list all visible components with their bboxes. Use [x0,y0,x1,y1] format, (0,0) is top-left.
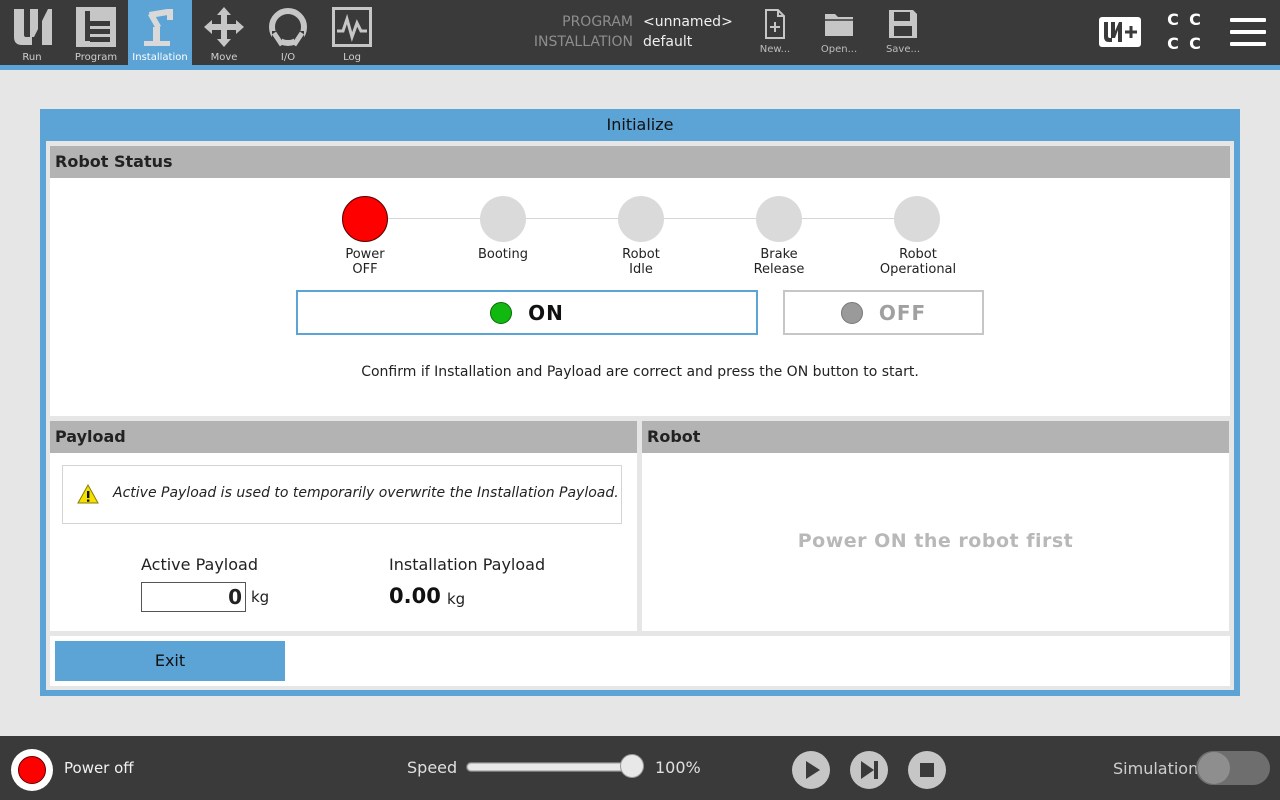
top-bar-accent-line [0,65,1280,70]
step-robot-operational-indicator [894,196,940,242]
payload-warning-box: Active Payload is used to temporarily ov… [62,465,622,524]
step-button[interactable] [850,751,888,789]
power-on-button[interactable]: ON [296,290,758,335]
power-off-label: OFF [878,300,927,325]
exit-button[interactable]: Exit [55,641,285,681]
open-button[interactable]: Open... [815,6,863,62]
dialog-title: Initialize [606,115,674,134]
cc-letter: C [1189,34,1201,53]
cc-letter: C [1167,34,1179,53]
installation-payload-value: 0.00 [389,584,441,608]
tab-label: Run [22,52,42,63]
installation-payload-unit: kg [447,590,466,608]
program-info-values: <unnamed> default [643,12,733,52]
active-payload-input[interactable]: 0 [141,582,246,612]
new-file-icon [765,9,785,39]
robot-power-message: Power ON the robot first [797,530,1074,552]
power-off-button[interactable]: OFF [783,290,984,335]
step-forward-icon [861,761,878,779]
tab-program[interactable]: Program [64,0,128,65]
speed-value: 100% [655,758,701,777]
tab-label: Move [210,52,238,63]
step-booting-indicator [480,196,526,242]
tab-label: Installation [132,52,188,63]
active-payload-label: Active Payload [141,555,258,574]
power-on-label: ON [528,300,564,325]
tab-label: Log [343,52,361,63]
speed-label: Speed [407,758,458,777]
play-button[interactable] [792,751,830,789]
active-payload-unit: kg [251,588,270,606]
cc-indicator: C C C C [1163,10,1205,54]
tab-io[interactable]: I/O [256,0,320,65]
step-connector [388,218,481,219]
step-brake-release-indicator [756,196,802,242]
step-label-brake-release: Brake Release [753,247,805,277]
move-arrows-icon [204,7,244,47]
step-connector [526,218,619,219]
step-robot-idle-indicator [618,196,664,242]
tab-log[interactable]: Log [320,0,384,65]
stop-button[interactable] [908,751,946,789]
simulation-toggle[interactable] [1196,751,1270,785]
warning-icon [77,484,99,504]
tab-move[interactable]: Move [192,0,256,65]
program-name: <unnamed> [643,14,733,30]
step-label-robot-operational: Robot Operational [879,247,957,277]
confirm-instruction: Confirm if Installation and Payload are … [361,364,919,380]
new-button[interactable]: New... [751,6,799,62]
installation-key: INSTALLATION [533,34,633,50]
program-key: PROGRAM [562,14,633,30]
power-off-indicator-icon [18,756,46,784]
play-icon [806,761,820,779]
simulation-toggle-knob [1198,752,1230,784]
simulation-label: Simulation [1113,759,1199,778]
urplus-icon[interactable] [1098,16,1142,48]
stop-icon [920,763,934,777]
grey-dot-icon [840,301,863,324]
program-tree-icon [76,7,116,47]
cc-letter: C [1167,10,1179,29]
cc-letter: C [1189,10,1201,29]
folder-icon [825,14,853,36]
robot-header: Robot [642,421,1229,453]
tab-run[interactable]: Run [0,0,64,65]
robot-arm-icon [144,9,173,46]
green-dot-icon [490,301,513,324]
step-power-off-indicator [342,196,388,242]
top-bar: Run Program Installation Move I/O Log PR… [0,0,1280,65]
step-label-power-off: Power OFF [345,247,385,277]
step-label-booting: Booting [477,247,529,262]
hamburger-menu-icon[interactable] [1228,14,1270,50]
program-info-keys: PROGRAM INSTALLATION [480,12,633,52]
speed-slider-handle[interactable] [620,754,644,778]
footer-bar: Power off Speed 100% Simulation [0,736,1280,800]
robot-status-header: Robot Status [50,146,1230,178]
save-label: Save... [885,44,921,55]
save-button[interactable]: Save... [879,6,927,62]
step-connector [664,218,756,219]
power-status-text: Power off [64,759,134,777]
open-label: Open... [820,44,858,55]
payload-warning-text: Active Payload is used to temporarily ov… [113,485,619,501]
step-label-robot-idle: Robot Idle [622,247,660,277]
new-label: New... [759,44,791,55]
power-status-button[interactable] [11,749,53,791]
installation-name: default [643,34,693,50]
payload-header: Payload [50,421,637,453]
log-chart-icon [332,7,372,47]
io-icon [269,8,307,47]
step-connector [802,218,894,219]
tab-label: Program [74,52,118,63]
floppy-disk-icon [889,10,917,38]
speed-slider-fill [468,764,642,770]
tab-label: I/O [280,52,296,63]
speed-slider[interactable] [466,762,644,772]
installation-payload-label: Installation Payload [389,555,546,574]
ur-logo-icon [14,9,52,45]
tab-installation[interactable]: Installation [128,0,192,65]
